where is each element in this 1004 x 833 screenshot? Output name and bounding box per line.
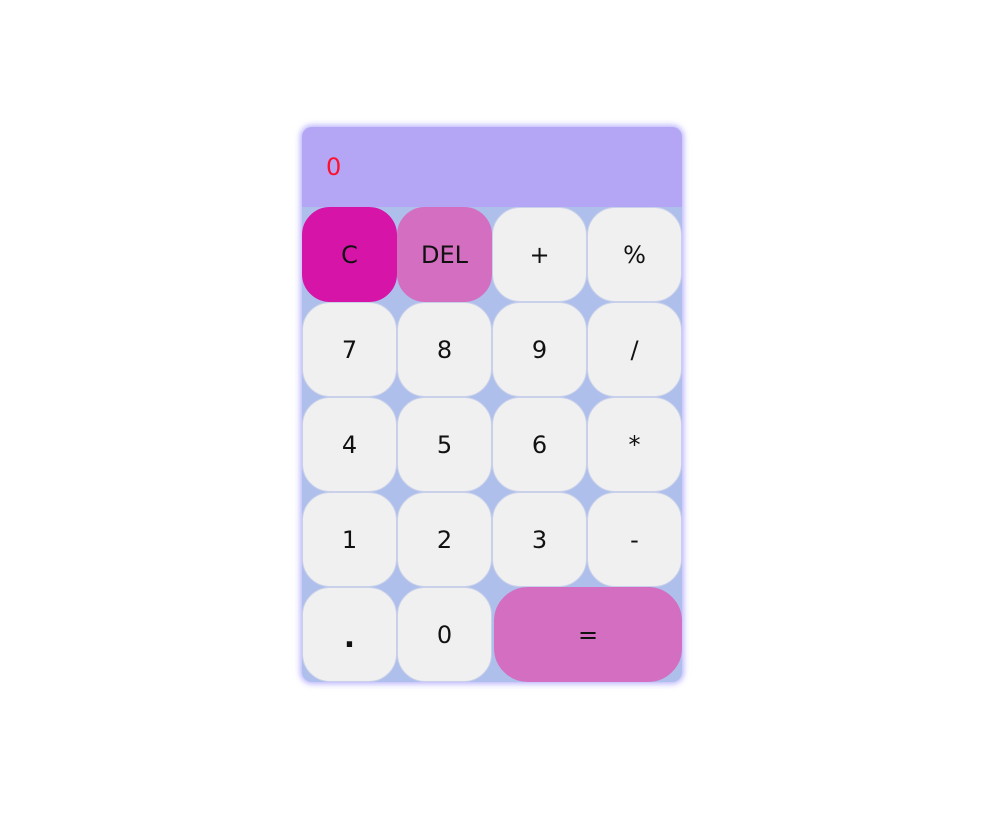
minus-button[interactable]: -	[587, 492, 682, 587]
digit-0-button[interactable]: 0	[397, 587, 492, 682]
digit-2-button[interactable]: 2	[397, 492, 492, 587]
percent-button[interactable]: %	[587, 207, 682, 302]
equals-button[interactable]: =	[494, 587, 682, 682]
multiply-button[interactable]: *	[587, 397, 682, 492]
calculator-display: 0	[302, 127, 682, 207]
plus-button[interactable]: +	[492, 207, 587, 302]
digit-8-button[interactable]: 8	[397, 302, 492, 397]
calculator: 0 C DEL + % 7 8 9 / 4 5 6 * 1 2 3 - . 0 …	[302, 127, 682, 682]
digit-1-button[interactable]: 1	[302, 492, 397, 587]
digit-3-button[interactable]: 3	[492, 492, 587, 587]
delete-button[interactable]: DEL	[397, 207, 492, 302]
keypad: C DEL + % 7 8 9 / 4 5 6 * 1 2 3 - . 0 =	[302, 207, 682, 682]
digit-7-button[interactable]: 7	[302, 302, 397, 397]
digit-5-button[interactable]: 5	[397, 397, 492, 492]
divide-button[interactable]: /	[587, 302, 682, 397]
digit-6-button[interactable]: 6	[492, 397, 587, 492]
clear-button[interactable]: C	[302, 207, 397, 302]
digit-4-button[interactable]: 4	[302, 397, 397, 492]
decimal-point-button[interactable]: .	[302, 587, 397, 682]
digit-9-button[interactable]: 9	[492, 302, 587, 397]
